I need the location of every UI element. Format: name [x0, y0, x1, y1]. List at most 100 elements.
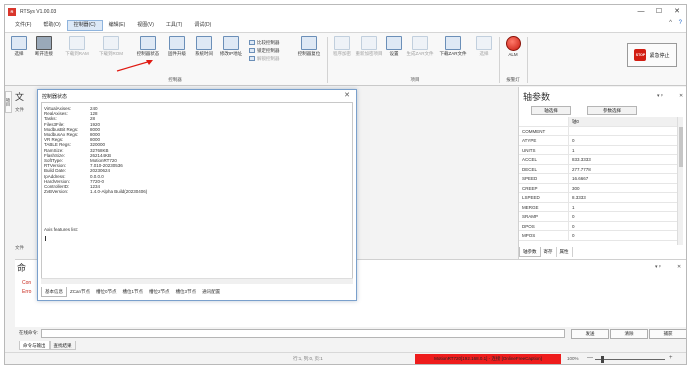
collapse-ribbon-icon[interactable]: ^: [669, 20, 672, 26]
tab-slot0-node[interactable]: 槽位0节点: [93, 287, 120, 297]
output-tabs: 命令与输出 查找结果: [19, 341, 76, 350]
tab-zcan-node[interactable]: ZCan节点: [67, 287, 93, 297]
table-row[interactable]: LSPEED 8.3333: [519, 193, 677, 203]
param-value[interactable]: 0: [569, 222, 575, 231]
alarm-button[interactable]: ALM: [503, 36, 523, 57]
table-row[interactable]: ATYPE 0: [519, 136, 677, 146]
project-vertical-tab[interactable]: 项目: [5, 91, 12, 113]
menu-debug[interactable]: 调试(D): [188, 20, 217, 31]
controller-reset-button[interactable]: 控制器复位: [292, 36, 326, 57]
disconnect-button[interactable]: 断开连接: [31, 36, 57, 57]
param-value[interactable]: 0: [569, 136, 575, 145]
param-name: COMMENT: [519, 126, 569, 135]
close-icon[interactable]: ✕: [677, 264, 681, 270]
reset-project-button[interactable]: 重新加密项目: [355, 36, 383, 57]
project-panel: 项目 文 文件 文件: [5, 87, 35, 257]
alarm-light-icon: [505, 36, 521, 51]
zoom-out-button[interactable]: —: [587, 355, 593, 361]
param-value[interactable]: 0: [569, 212, 575, 221]
zoom-slider-handle[interactable]: [601, 356, 604, 363]
menu-tools[interactable]: 工具(T): [160, 20, 188, 31]
pin-icon[interactable]: ▾ ᵖ: [657, 93, 663, 99]
status-bar: 行:1, 列:0, 页:1 MotionRT720[192.168.0.1] -…: [5, 352, 686, 364]
help-icon[interactable]: ?: [679, 20, 682, 26]
param-value[interactable]: [569, 127, 572, 136]
tab-properties[interactable]: 属性: [557, 247, 573, 257]
select-button[interactable]: 选择: [9, 36, 29, 57]
select-button-2[interactable]: 选择: [475, 36, 493, 57]
command-input[interactable]: [41, 329, 565, 338]
download-rom-button[interactable]: 下载到ROM: [95, 36, 127, 57]
firmware-upgrade-button[interactable]: 固件升级: [164, 36, 190, 57]
capture-button[interactable]: 捕获: [649, 329, 686, 339]
table-row[interactable]: SRAMP 0: [519, 212, 677, 222]
table-row[interactable]: CREEP 300: [519, 183, 677, 193]
param-value[interactable]: 0: [569, 231, 575, 240]
compare-controller-item[interactable]: 比较控制器: [249, 39, 280, 47]
param-value[interactable]: 1: [569, 203, 575, 212]
send-button[interactable]: 发送: [571, 329, 609, 339]
modify-ip-button[interactable]: 修改IP地址: [217, 36, 245, 57]
clear-button[interactable]: 清除: [610, 329, 648, 339]
ribbon: 选择 断开连接 下载到RAM 下载到ROM 控制器状态 固件升级 系统时间 修改…: [5, 32, 686, 86]
minimize-button[interactable]: —: [632, 5, 650, 19]
scroll-thumb[interactable]: [679, 127, 683, 167]
horizontal-scrollbar[interactable]: [41, 278, 353, 284]
zoom-slider[interactable]: [595, 359, 665, 360]
param-value[interactable]: 300: [569, 184, 580, 193]
project-panel-title: 文: [15, 92, 25, 102]
menu-file[interactable]: 文件(F): [9, 20, 37, 31]
table-row[interactable]: DPOS 0: [519, 221, 677, 231]
tab-comm-config[interactable]: 通讯配置: [199, 287, 223, 297]
table-row[interactable]: COMMENT: [519, 126, 677, 136]
download-zar-button[interactable]: 下载ZAR文件: [437, 36, 469, 57]
table-row[interactable]: SPEED 16.6667: [519, 174, 677, 184]
table-row[interactable]: MERGE 1: [519, 202, 677, 212]
dialog-close-icon[interactable]: ✕: [344, 91, 350, 99]
project-panel-file-tab[interactable]: 文件: [15, 245, 24, 251]
menu-controller[interactable]: 控制器(C): [66, 20, 103, 31]
param-value[interactable]: 16.6667: [569, 174, 588, 183]
cursor-position: 行:1, 列:0, 页:1: [293, 356, 323, 361]
axis-select-button[interactable]: 轴选择: [531, 106, 571, 115]
param-value[interactable]: 277.7778: [569, 165, 591, 174]
close-window-button[interactable]: ✕: [668, 5, 686, 19]
tab-slot1-node[interactable]: 槽位1节点: [120, 287, 147, 297]
settings-button[interactable]: 设置: [385, 36, 403, 57]
unlock-controller-item[interactable]: 解锁控制器: [249, 55, 280, 63]
menu-view[interactable]: 视图(V): [131, 20, 160, 31]
controller-status-button[interactable]: 控制器状态: [133, 36, 163, 57]
param-value[interactable]: 833.3333: [569, 155, 591, 164]
generate-zar-button[interactable]: 生成ZAR文件: [404, 36, 436, 57]
tab-find-results[interactable]: 查找结果: [49, 341, 76, 350]
text-caret: [45, 236, 46, 241]
lock-controller-item[interactable]: 锁定控制器: [249, 47, 280, 55]
param-select-button[interactable]: 参数选择: [587, 106, 637, 115]
table-row[interactable]: UNITS 1: [519, 145, 677, 155]
magnifier-icon: [140, 36, 156, 50]
ram-icon: [69, 36, 85, 50]
system-time-button[interactable]: 系统时间: [191, 36, 217, 57]
table-row[interactable]: ACCEL 833.3333: [519, 155, 677, 165]
close-icon[interactable]: ✕: [679, 93, 683, 99]
table-header: 轴0: [519, 117, 677, 127]
menu-edit[interactable]: 编辑(E): [103, 20, 132, 31]
encrypt-button[interactable]: 程序加密: [329, 36, 355, 57]
tab-slot3-node[interactable]: 槽位3节点: [173, 287, 200, 297]
tab-basic-info[interactable]: 基本信息: [41, 287, 67, 297]
tab-slot2-node[interactable]: 槽位2节点: [146, 287, 173, 297]
tab-registers[interactable]: 寄存: [541, 247, 557, 257]
table-row[interactable]: DECEL 277.7778: [519, 164, 677, 174]
maximize-button[interactable]: ☐: [650, 5, 668, 19]
menu-help[interactable]: 帮助(O): [37, 20, 66, 31]
zoom-in-button[interactable]: +: [669, 355, 673, 361]
table-row[interactable]: MPOS 0: [519, 231, 677, 241]
param-value[interactable]: 8.3333: [569, 193, 586, 202]
vertical-scrollbar[interactable]: [677, 117, 683, 245]
tab-axis-params[interactable]: 轴参数: [519, 247, 541, 257]
param-value[interactable]: 1: [569, 146, 575, 155]
pin-icon[interactable]: ▾ ᵖ: [655, 264, 661, 270]
download-ram-button[interactable]: 下载到RAM: [61, 36, 93, 57]
emergency-stop-button[interactable]: STOP 紧急停止: [627, 43, 677, 67]
tab-command-output[interactable]: 命令与输出: [19, 341, 50, 350]
